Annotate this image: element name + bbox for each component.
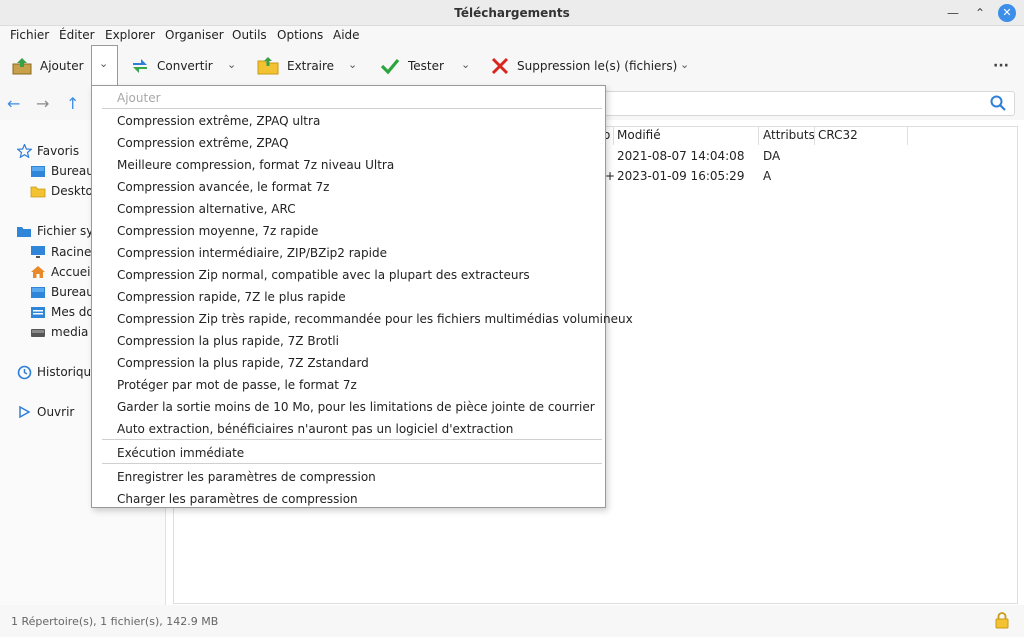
sidebar-history[interactable]: Historique bbox=[16, 365, 99, 379]
more-options-button[interactable]: ··· bbox=[993, 45, 1009, 87]
folder-extract-icon bbox=[257, 57, 279, 75]
add-dropdown-toggle[interactable]: ⌄ bbox=[91, 45, 118, 86]
menu-aide[interactable]: Aide bbox=[333, 28, 360, 42]
menu-item-7z-advanced[interactable]: Compression avancée, le format 7z bbox=[117, 180, 329, 194]
window-title: Téléchargements bbox=[454, 6, 570, 20]
desktop-folder-icon bbox=[30, 164, 46, 178]
sidebar-item-bureau-2[interactable]: Bureau bbox=[30, 285, 94, 299]
archive-box-icon bbox=[12, 57, 32, 75]
menu-item-7z-fastest[interactable]: Compression rapide, 7Z le plus rapide bbox=[117, 290, 346, 304]
menu-item-arc[interactable]: Compression alternative, ARC bbox=[117, 202, 296, 216]
sidebar-filesystem[interactable]: Fichier sys bbox=[16, 224, 100, 238]
menu-item-save-params[interactable]: Enregistrer les paramètres de compressio… bbox=[117, 470, 376, 484]
column-header-attributes[interactable]: Attributs bbox=[763, 128, 815, 142]
folder-icon bbox=[30, 184, 46, 198]
column-header-crc32[interactable]: CRC32 bbox=[818, 128, 858, 142]
lock-icon[interactable] bbox=[995, 612, 1009, 632]
drive-icon bbox=[30, 325, 46, 339]
menu-separator bbox=[102, 463, 602, 464]
column-header-modified[interactable]: Modifié bbox=[617, 128, 661, 142]
extract-button[interactable]: Extraire bbox=[257, 45, 334, 87]
menu-item-load-params[interactable]: Charger les paramètres de compression bbox=[117, 492, 358, 506]
add-button[interactable]: Ajouter bbox=[12, 45, 84, 87]
star-icon bbox=[16, 144, 32, 158]
column-separator bbox=[758, 126, 759, 145]
menu-item-7z-brotli[interactable]: Compression la plus rapide, 7Z Brotli bbox=[117, 334, 339, 348]
checkmark-icon bbox=[380, 57, 400, 75]
sidebar-favorites[interactable]: Favoris bbox=[16, 144, 79, 158]
close-button[interactable]: ✕ bbox=[998, 4, 1016, 22]
red-x-icon bbox=[491, 57, 509, 75]
sidebar-item-accueil[interactable]: Accueil bbox=[30, 265, 94, 279]
menu-item-zip-very-fast[interactable]: Compression Zip très rapide, recommandée… bbox=[117, 312, 633, 326]
menu-item-self-extract[interactable]: Auto extraction, bénéficiaires n'auront … bbox=[117, 422, 513, 436]
table-row-modified: 2021-08-07 14:04:08 bbox=[617, 149, 745, 163]
delete-button[interactable]: Suppression le(s) (fichiers) bbox=[491, 45, 677, 87]
test-button[interactable]: Tester bbox=[380, 45, 444, 87]
menu-bar: Fichier Éditer Explorer Organiser Outils… bbox=[0, 26, 1024, 45]
up-arrow-icon[interactable]: ↑ bbox=[66, 94, 79, 113]
menu-item-7z-zstandard[interactable]: Compression la plus rapide, 7Z Zstandard bbox=[117, 356, 369, 370]
home-icon bbox=[30, 265, 46, 279]
menu-outils[interactable]: Outils bbox=[232, 28, 267, 42]
column-separator bbox=[907, 126, 908, 145]
column-separator bbox=[613, 126, 614, 145]
minimize-button[interactable]: — bbox=[944, 4, 962, 22]
forward-arrow-icon[interactable]: → bbox=[36, 94, 49, 113]
menu-item-7z-ultra[interactable]: Meilleure compression, format 7z niveau … bbox=[117, 158, 394, 172]
column-separator bbox=[814, 126, 815, 145]
menu-item-7z-fast[interactable]: Compression moyenne, 7z rapide bbox=[117, 224, 318, 238]
menu-options[interactable]: Options bbox=[277, 28, 323, 42]
delete-dropdown-chevron-icon[interactable]: ⌄ bbox=[680, 58, 689, 71]
menu-separator bbox=[102, 108, 602, 109]
add-dropdown-menu: Ajouter Compression extrême, ZPAQ ultra … bbox=[91, 85, 633, 508]
path-input[interactable] bbox=[600, 91, 1015, 116]
toolbar: Ajouter Convertir ⌄ Extraire ⌄ Tester ⌄ … bbox=[0, 45, 1024, 87]
menu-item-password[interactable]: Protéger par mot de passe, le format 7z bbox=[117, 378, 357, 392]
documents-icon bbox=[30, 305, 46, 319]
menu-item-immediate[interactable]: Exécution immédiate bbox=[117, 446, 244, 460]
table-row-modified: 2023-01-09 16:05:29 bbox=[617, 169, 745, 183]
history-clock-icon bbox=[16, 365, 32, 379]
table-row-attributes: A bbox=[763, 169, 772, 183]
menu-organiser[interactable]: Organiser bbox=[165, 28, 224, 42]
table-row-attributes: DA bbox=[763, 149, 781, 163]
menu-item-zip-bzip2[interactable]: Compression intermédiaire, ZIP/BZip2 rap… bbox=[117, 246, 387, 260]
convert-button[interactable]: Convertir bbox=[131, 45, 213, 87]
menu-item-zip-normal[interactable]: Compression Zip normal, compatible avec … bbox=[117, 268, 530, 282]
back-arrow-icon[interactable]: ← bbox=[7, 94, 20, 113]
sidebar-item-desktop[interactable]: Desktop bbox=[30, 184, 101, 198]
table-row-prefix: + bbox=[605, 169, 616, 183]
sidebar-open[interactable]: Ouvrir bbox=[16, 405, 74, 419]
menu-fichier[interactable]: Fichier bbox=[10, 28, 49, 42]
sidebar-item-bureau[interactable]: Bureau bbox=[30, 164, 94, 178]
status-bar: 1 Répertoire(s), 1 fichier(s), 142.9 MB bbox=[0, 605, 1024, 637]
desktop-folder-icon bbox=[30, 285, 46, 299]
sidebar-item-media[interactable]: media bbox=[30, 325, 88, 339]
filesystem-folder-icon bbox=[16, 224, 32, 238]
menu-explorer[interactable]: Explorer bbox=[105, 28, 155, 42]
maximize-button[interactable]: ⌃ bbox=[971, 4, 989, 22]
play-triangle-icon bbox=[16, 405, 32, 419]
menu-item-zpaq-ultra[interactable]: Compression extrême, ZPAQ ultra bbox=[117, 114, 320, 128]
add-dropdown-chevron-icon: ⌄ bbox=[99, 57, 109, 70]
menu-header-ajouter: Ajouter bbox=[117, 91, 161, 105]
menu-item-10mb-limit[interactable]: Garder la sortie moins de 10 Mo, pour le… bbox=[117, 400, 595, 414]
monitor-icon bbox=[30, 245, 46, 259]
menu-editer[interactable]: Éditer bbox=[59, 28, 95, 42]
convert-dropdown-chevron-icon[interactable]: ⌄ bbox=[227, 58, 236, 71]
title-bar: Téléchargements — ⌃ ✕ bbox=[0, 0, 1024, 26]
sidebar-item-mes-documents[interactable]: Mes doc bbox=[30, 305, 100, 319]
search-icon[interactable] bbox=[990, 95, 1006, 114]
convert-arrows-icon bbox=[131, 57, 149, 75]
status-text: 1 Répertoire(s), 1 fichier(s), 142.9 MB bbox=[11, 615, 219, 628]
menu-separator bbox=[102, 439, 602, 440]
menu-item-zpaq[interactable]: Compression extrême, ZPAQ bbox=[117, 136, 289, 150]
extract-dropdown-chevron-icon[interactable]: ⌄ bbox=[348, 58, 357, 71]
test-dropdown-chevron-icon[interactable]: ⌄ bbox=[461, 58, 470, 71]
